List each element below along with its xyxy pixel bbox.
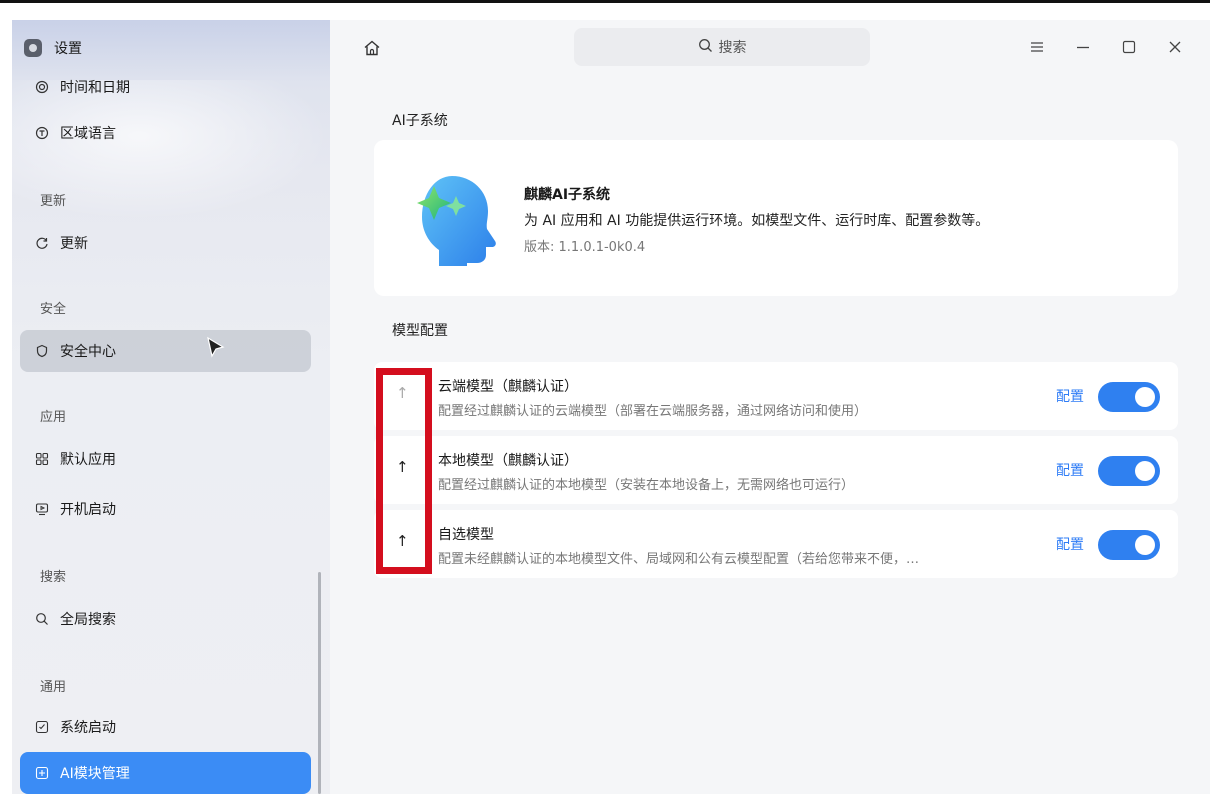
sidebar-item-label: 时间和日期 [60, 80, 130, 96]
model-description: 配置未经麒麟认证的本地模型文件、局域网和公有云模型配置（若给您带来不便，… [438, 552, 920, 567]
model-toggle[interactable] [1098, 456, 1160, 486]
sidebar-item-default-apps[interactable]: 默认应用 [20, 438, 311, 480]
section-title-ai-subsystem: AI子系统 [392, 113, 448, 129]
model-row-cloud: ↑ 云端模型（麒麟认证） 配置经过麒麟认证的云端模型（部署在云端服务器，通过网络… [374, 362, 1178, 430]
model-title: 本地模型（麒麟认证） [438, 453, 578, 469]
sidebar: 设置 时间和日期 区域语言 更新 更新 安全 安全中心 应用 默认应用 开机启动… [12, 20, 330, 794]
model-row-custom: ↑ 自选模型 配置未经麒麟认证的本地模型文件、局域网和公有云模型配置（若给您带来… [374, 510, 1178, 578]
model-description: 配置经过麒麟认证的云端模型（部署在云端服务器，通过网络访问和使用） [438, 404, 868, 419]
sidebar-item-label: 默认应用 [60, 452, 116, 468]
sidebar-item-label: 区域语言 [60, 126, 116, 142]
shield-icon [34, 343, 50, 359]
sidebar-item-region-language[interactable]: 区域语言 [20, 112, 311, 154]
section-label-security: 安全 [40, 302, 67, 317]
mouse-cursor-icon [206, 336, 226, 360]
search-icon [698, 38, 713, 57]
main-panel: 搜索 AI子系统 麒麟AI子系统 为 AI 应用和 AI 功能提供运行环境。如模… [330, 20, 1210, 794]
menu-icon [1031, 42, 1043, 52]
language-icon [34, 125, 50, 141]
sidebar-item-update[interactable]: 更新 [20, 222, 311, 264]
app-title-bar: 设置 [24, 38, 82, 58]
minimize-icon [1077, 46, 1089, 49]
sidebar-item-startup[interactable]: 开机启动 [20, 488, 311, 530]
sidebar-item-security-center[interactable]: 安全中心 [20, 330, 311, 372]
home-icon[interactable] [362, 38, 382, 58]
system-boot-icon [34, 719, 50, 735]
ai-head-icon [404, 166, 504, 271]
model-description: 配置经过麒麟认证的本地模型（安装在本地设备上，无需网络也可运行） [438, 478, 855, 493]
ai-module-icon [34, 765, 50, 781]
configure-link[interactable]: 配置 [1056, 386, 1084, 406]
settings-app-icon [24, 39, 42, 57]
sidebar-item-label: AI模块管理 [60, 766, 130, 782]
sidebar-item-label: 更新 [60, 236, 88, 252]
section-title-model-config: 模型配置 [392, 323, 448, 339]
minimize-button[interactable] [1072, 36, 1094, 58]
close-icon [1169, 41, 1181, 53]
app-title: 设置 [54, 41, 82, 57]
maximize-icon [1122, 40, 1136, 54]
sidebar-item-label: 开机启动 [60, 502, 116, 518]
refresh-icon [34, 235, 50, 251]
configure-link[interactable]: 配置 [1056, 460, 1084, 480]
search-placeholder: 搜索 [718, 40, 747, 56]
sidebar-scrollbar[interactable] [318, 572, 321, 794]
startup-icon [34, 501, 50, 517]
model-row-local: ↑ 本地模型（麒麟认证） 配置经过麒麟认证的本地模型（安装在本地设备上，无需网络… [374, 436, 1178, 504]
sidebar-item-system-boot[interactable]: 系统启动 [20, 706, 311, 748]
model-title: 自选模型 [438, 527, 494, 543]
screen-top-border [0, 0, 1210, 3]
card-description: 为 AI 应用和 AI 功能提供运行环境。如模型文件、运行时库、配置参数等。 [524, 213, 990, 229]
sidebar-item-label: 安全中心 [60, 344, 116, 360]
card-title: 麒麟AI子系统 [524, 187, 611, 203]
toggle-knob [1135, 461, 1155, 481]
section-label-search: 搜索 [40, 570, 67, 585]
model-title: 云端模型（麒麟认证） [438, 379, 578, 395]
sidebar-item-ai-module[interactable]: AI模块管理 [20, 752, 311, 794]
section-label-apps: 应用 [40, 410, 67, 425]
section-label-general: 通用 [40, 680, 67, 695]
annotation-highlight-box [376, 368, 432, 574]
close-button[interactable] [1164, 36, 1186, 58]
sidebar-item-label: 全局搜索 [60, 612, 116, 628]
ai-subsystem-card: 麒麟AI子系统 为 AI 应用和 AI 功能提供运行环境。如模型文件、运行时库、… [374, 140, 1178, 296]
sidebar-item-label: 系统启动 [60, 720, 116, 736]
grid-icon [34, 451, 50, 467]
sidebar-item-datetime[interactable]: 时间和日期 [20, 66, 311, 108]
toggle-knob [1135, 387, 1155, 407]
model-toggle[interactable] [1098, 530, 1160, 560]
clock-icon [34, 79, 50, 95]
sidebar-item-global-search[interactable]: 全局搜索 [20, 598, 311, 640]
section-label-update: 更新 [40, 194, 67, 209]
model-toggle[interactable] [1098, 382, 1160, 412]
search-icon [34, 611, 50, 627]
card-version: 版本: 1.1.0.1-0k0.4 [524, 240, 646, 255]
toggle-knob [1135, 535, 1155, 555]
maximize-button[interactable] [1118, 36, 1140, 58]
search-input[interactable]: 搜索 [574, 28, 870, 66]
configure-link[interactable]: 配置 [1056, 534, 1084, 554]
menu-button[interactable] [1026, 36, 1048, 58]
